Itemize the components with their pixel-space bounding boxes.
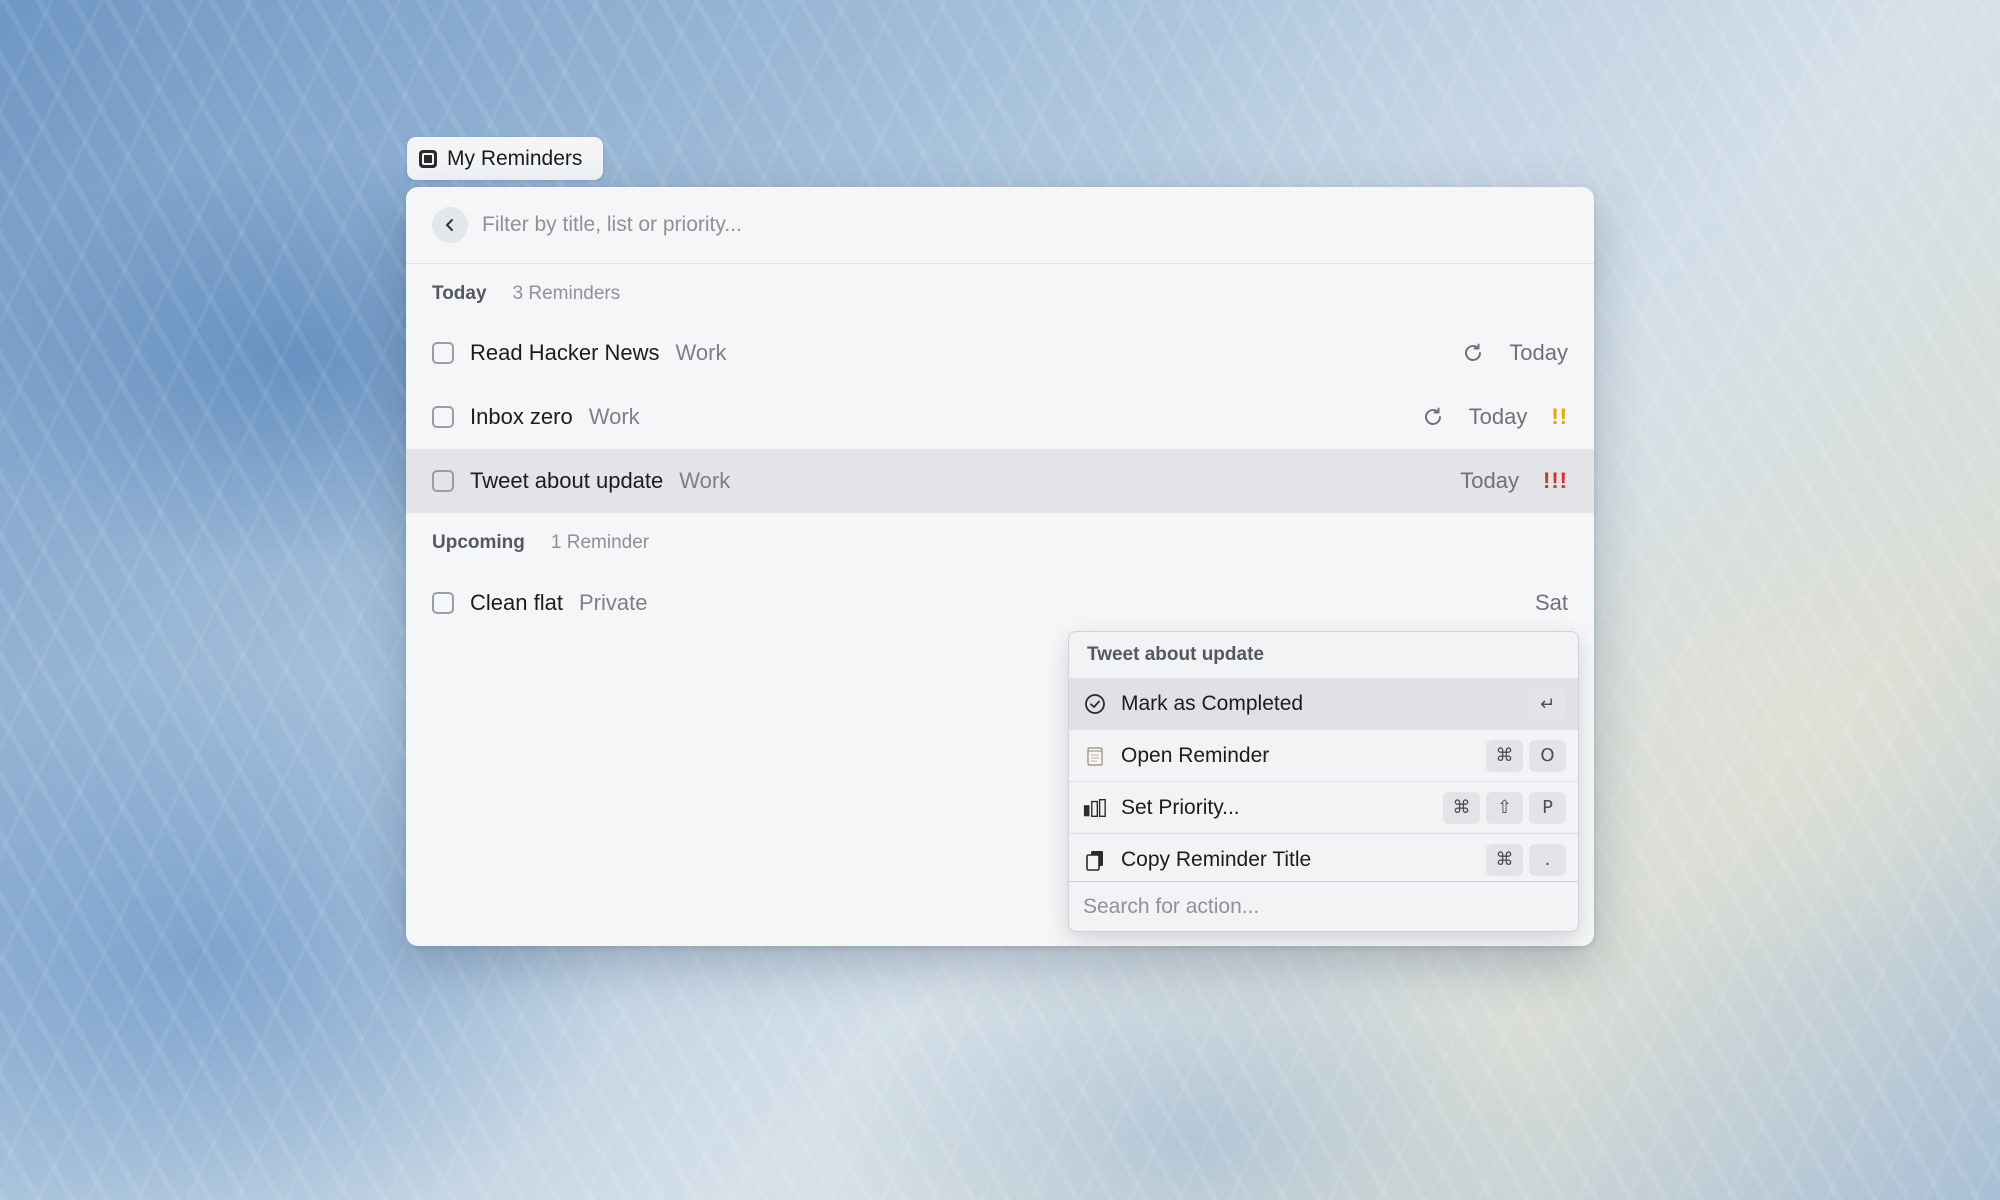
reminders-app-icon: [419, 149, 437, 168]
reminder-checkbox[interactable]: [432, 592, 454, 614]
section-title: Today: [432, 283, 487, 304]
reminder-list: Work: [588, 404, 640, 429]
action-label: Mark as Completed: [1121, 692, 1304, 715]
notepad-icon: [1083, 744, 1107, 768]
section-title: Upcoming: [432, 532, 525, 553]
action-set-priority[interactable]: Set Priority... ⌘ ⇧ P: [1069, 782, 1578, 834]
section-count: 1 Reminder: [550, 532, 650, 553]
reminder-list: Work: [679, 468, 731, 493]
reminder-title: Tweet about update: [470, 468, 664, 493]
action-panel: Tweet about update Mark as Completed ↵ O…: [1068, 631, 1579, 932]
action-label: Copy Reminder Title: [1121, 847, 1312, 871]
reminder-list: Private: [578, 590, 648, 615]
shortcut-key: O: [1529, 739, 1566, 772]
action-label: Set Priority...: [1121, 795, 1240, 819]
priority-indicator: !!: [1551, 404, 1568, 429]
reminder-due: Today: [1509, 340, 1568, 365]
reminder-list: Work: [675, 340, 727, 365]
reminder-row-selected[interactable]: Tweet about update Work Today !!!: [406, 449, 1594, 513]
checkmark-circle-icon: [1083, 692, 1107, 716]
reminder-due: Sat: [1534, 590, 1568, 615]
repeat-icon: [1424, 407, 1441, 425]
shortcut-key: .: [1529, 843, 1566, 876]
shortcut-key: ↵: [1529, 688, 1566, 720]
reminder-title: Inbox zero: [470, 404, 573, 429]
reminder-title: Clean flat: [470, 590, 563, 615]
repeat-icon: [1465, 343, 1482, 361]
reminders-window: Today 3 Reminders Read Hacker News Work …: [406, 187, 1594, 946]
reminder-due: Today: [1460, 468, 1520, 493]
section-count: 3 Reminders: [512, 283, 621, 304]
reminder-checkbox[interactable]: [432, 406, 454, 428]
action-mark-completed[interactable]: Mark as Completed ↵: [1069, 678, 1578, 730]
filter-input[interactable]: [482, 213, 1382, 237]
back-button[interactable]: [432, 207, 468, 243]
shortcut-key: ⌘: [1486, 843, 1523, 876]
priority-bars-icon: [1083, 796, 1107, 820]
shortcut-key: ⌘: [1486, 739, 1523, 772]
priority-indicator: !!!: [1543, 468, 1568, 493]
search-bar: [406, 187, 1594, 264]
shortcut-key: P: [1529, 791, 1566, 824]
reminder-checkbox[interactable]: [432, 470, 454, 492]
shortcut-key: ⌘: [1443, 791, 1480, 824]
chevron-left-icon: [446, 219, 453, 231]
reminder-title: Read Hacker News: [470, 340, 660, 365]
action-search-input[interactable]: [1083, 894, 1564, 919]
copy-icon: [1083, 848, 1107, 872]
reminder-due: Today: [1468, 404, 1528, 429]
section-header-today: Today 3 Reminders: [432, 283, 620, 305]
action-label: Open Reminder: [1121, 743, 1270, 767]
section-header-upcoming: Upcoming 1 Reminder: [432, 532, 649, 554]
window-title: My Reminders: [447, 146, 583, 170]
action-search-bar: [1069, 881, 1578, 931]
action-copy-title[interactable]: Copy Reminder Title ⌘ .: [1069, 834, 1578, 881]
shortcut-key: ⇧: [1486, 791, 1523, 824]
reminder-checkbox[interactable]: [432, 342, 454, 364]
reminder-row[interactable]: Read Hacker News Work Today: [406, 321, 1594, 385]
window-title-chip: My Reminders: [407, 137, 603, 180]
reminder-row[interactable]: Clean flat Private Sat: [406, 571, 1594, 635]
reminder-row[interactable]: Inbox zero Work Today !!: [406, 385, 1594, 449]
action-open-reminder[interactable]: Open Reminder ⌘ O: [1069, 730, 1578, 782]
action-list: Mark as Completed ↵ Open Reminder ⌘ O Se…: [1069, 678, 1578, 881]
action-panel-header: Tweet about update: [1087, 644, 1264, 665]
